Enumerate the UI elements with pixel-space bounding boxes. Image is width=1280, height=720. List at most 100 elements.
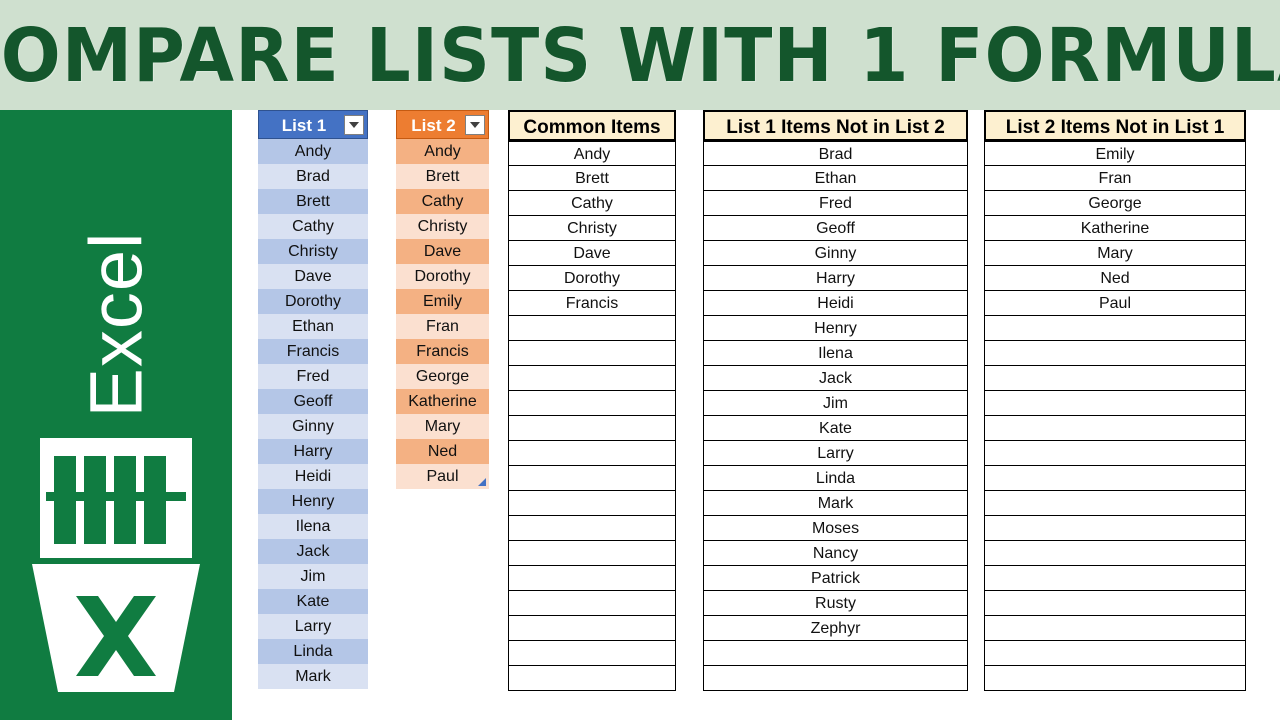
table-row[interactable]	[984, 591, 1246, 616]
table-row[interactable]	[984, 441, 1246, 466]
table-row[interactable]: Geoff	[258, 389, 368, 414]
table-row[interactable]: Ned	[396, 439, 489, 464]
table-row[interactable]	[703, 641, 968, 666]
table-row[interactable]: Larry	[703, 441, 968, 466]
table-row[interactable]: Fran	[984, 166, 1246, 191]
table-row[interactable]: Cathy	[258, 214, 368, 239]
table-row[interactable]: Linda	[703, 466, 968, 491]
table-row[interactable]	[508, 491, 676, 516]
table-row[interactable]: Emily	[396, 289, 489, 314]
table-row[interactable]	[984, 391, 1246, 416]
table-row[interactable]: Katherine	[984, 216, 1246, 241]
table-row[interactable]: Jim	[258, 564, 368, 589]
table-row[interactable]: Heidi	[703, 291, 968, 316]
table-row[interactable]: Heidi	[258, 464, 368, 489]
filter-dropdown-icon-list2[interactable]	[465, 114, 485, 135]
table-row[interactable]: Harry	[703, 266, 968, 291]
table-row[interactable]: Brett	[258, 189, 368, 214]
table-list2-header[interactable]: List 2	[396, 110, 489, 139]
table-row[interactable]: Ned	[984, 266, 1246, 291]
table-row[interactable]	[508, 391, 676, 416]
table-row[interactable]	[984, 466, 1246, 491]
table-row[interactable]: Larry	[258, 614, 368, 639]
table-row[interactable]: Kate	[258, 589, 368, 614]
table-row[interactable]	[984, 541, 1246, 566]
table-row[interactable]	[508, 341, 676, 366]
table-row[interactable]: Brett	[508, 166, 676, 191]
table-row[interactable]: Patrick	[703, 566, 968, 591]
table-row[interactable]: Ilena	[703, 341, 968, 366]
table-resize-handle[interactable]	[478, 478, 486, 486]
table-row[interactable]: Paul	[396, 464, 489, 489]
table-row[interactable]: Francis	[508, 291, 676, 316]
table-row[interactable]: Andy	[508, 141, 676, 166]
table-row[interactable]	[984, 491, 1246, 516]
table-row[interactable]: Andy	[258, 139, 368, 164]
table-row[interactable]: Ginny	[703, 241, 968, 266]
table-row[interactable]: Ethan	[258, 314, 368, 339]
table-row[interactable]: Dave	[508, 241, 676, 266]
table-row[interactable]: Paul	[984, 291, 1246, 316]
table-row[interactable]: Fran	[396, 314, 489, 339]
table-row[interactable]	[984, 416, 1246, 441]
table-row[interactable]: Ilena	[258, 514, 368, 539]
table-row[interactable]: Fred	[258, 364, 368, 389]
table-row[interactable]	[984, 616, 1246, 641]
table-row[interactable]: Emily	[984, 141, 1246, 166]
table-row[interactable]: Jim	[703, 391, 968, 416]
table-row[interactable]: Henry	[258, 489, 368, 514]
table-row[interactable]: Rusty	[703, 591, 968, 616]
table-row[interactable]: Mary	[396, 414, 489, 439]
table-row[interactable]: Katherine	[396, 389, 489, 414]
table-row[interactable]: Mark	[258, 664, 368, 689]
table-row[interactable]: Nancy	[703, 541, 968, 566]
table-row[interactable]	[508, 591, 676, 616]
table-row[interactable]: Francis	[396, 339, 489, 364]
table-row[interactable]: Francis	[258, 339, 368, 364]
table-row[interactable]	[508, 616, 676, 641]
table-row[interactable]: Andy	[396, 139, 489, 164]
table-row[interactable]: Linda	[258, 639, 368, 664]
table-row[interactable]	[508, 416, 676, 441]
table-row[interactable]	[984, 516, 1246, 541]
table-row[interactable]: Fred	[703, 191, 968, 216]
table-row[interactable]: Brad	[258, 164, 368, 189]
table-row[interactable]: Mary	[984, 241, 1246, 266]
table-row[interactable]	[703, 666, 968, 691]
table-row[interactable]: Brett	[396, 164, 489, 189]
filter-dropdown-icon-list1[interactable]	[344, 114, 364, 135]
table-row[interactable]: Moses	[703, 516, 968, 541]
table-row[interactable]: Kate	[703, 416, 968, 441]
table-row[interactable]	[984, 641, 1246, 666]
table-row[interactable]: Christy	[396, 214, 489, 239]
table-row[interactable]	[508, 566, 676, 591]
table-row[interactable]: Geoff	[703, 216, 968, 241]
table-row[interactable]: Ginny	[258, 414, 368, 439]
table-row[interactable]	[984, 341, 1246, 366]
table-row[interactable]: Dorothy	[508, 266, 676, 291]
table-row[interactable]: Mark	[703, 491, 968, 516]
table-row[interactable]	[508, 666, 676, 691]
table-row[interactable]: Henry	[703, 316, 968, 341]
table-row[interactable]	[508, 541, 676, 566]
table-list1-header[interactable]: List 1	[258, 110, 368, 139]
table-row[interactable]: George	[396, 364, 489, 389]
table-row[interactable]: Jack	[258, 539, 368, 564]
table-row[interactable]: Christy	[508, 216, 676, 241]
table-row[interactable]: Jack	[703, 366, 968, 391]
table-row[interactable]: Christy	[258, 239, 368, 264]
table-row[interactable]	[508, 466, 676, 491]
table-row[interactable]: Harry	[258, 439, 368, 464]
table-row[interactable]: Dave	[396, 239, 489, 264]
table-row[interactable]	[984, 666, 1246, 691]
table-row[interactable]: Dorothy	[396, 264, 489, 289]
table-row[interactable]	[508, 366, 676, 391]
table-row[interactable]	[508, 516, 676, 541]
table-row[interactable]: Cathy	[508, 191, 676, 216]
table-row[interactable]: Zephyr	[703, 616, 968, 641]
table-row[interactable]: Ethan	[703, 166, 968, 191]
table-row[interactable]	[984, 316, 1246, 341]
table-row[interactable]	[508, 641, 676, 666]
table-row[interactable]: Cathy	[396, 189, 489, 214]
table-row[interactable]: George	[984, 191, 1246, 216]
